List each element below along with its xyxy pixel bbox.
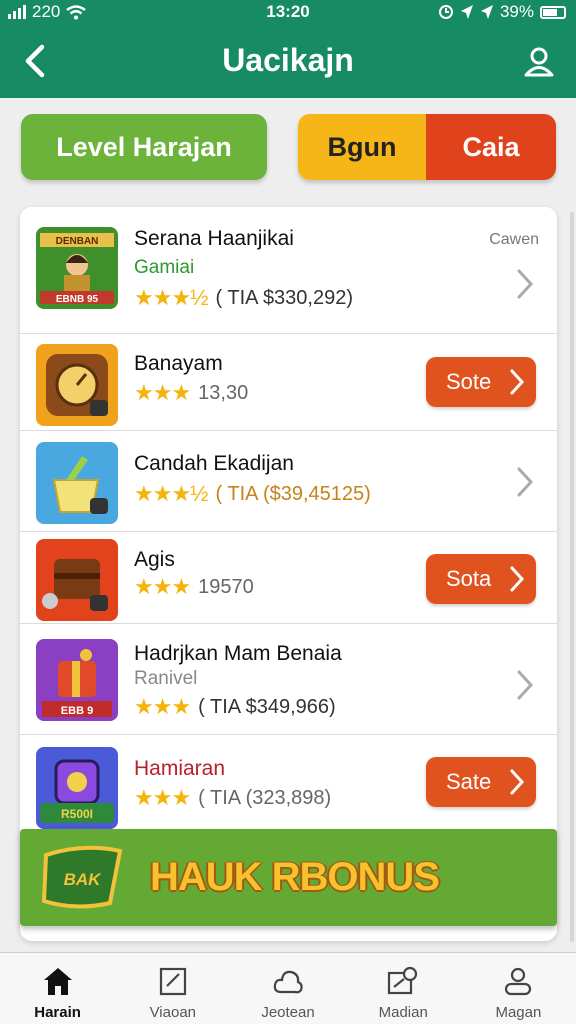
item-thumbnail — [36, 539, 118, 621]
item-count: 19570 — [198, 575, 254, 598]
thumb-bottom-label: EBNB 95 — [56, 294, 99, 305]
edit-icon — [159, 967, 186, 996]
sale-button[interactable]: Sote — [426, 357, 536, 407]
item-rating: ★★★ ( TIA $349,966) — [134, 694, 336, 720]
alarm-icon — [438, 5, 453, 19]
thumb-bottom-label: EBB 9 — [61, 705, 93, 717]
item-rating: ★★★ ( TIA (323,898) — [134, 785, 331, 811]
user-icon — [505, 967, 532, 996]
item-rating: ★★★½ ( TIA ($39,45125) — [134, 481, 371, 507]
item-subtitle: Gamiai — [134, 257, 195, 278]
list-item[interactable]: EBB 9 Hadrjkan Mam Benaia Ranivel ★★★ ( … — [20, 624, 557, 735]
battery-label: 39% — [499, 2, 534, 21]
segmented-control: Bgun Caia — [298, 114, 556, 180]
star-icons: ★★★ — [134, 574, 191, 599]
star-icons: ★★★ — [134, 785, 191, 810]
tab-bgun-label: Bgun — [327, 131, 397, 162]
item-subtitle: Ranivel — [134, 668, 198, 689]
star-icons: ★★★ — [134, 380, 191, 405]
item-title: Banayam — [134, 352, 223, 375]
nav-item-label: Harain — [34, 1004, 81, 1021]
battery-icon — [540, 5, 566, 19]
sale-button[interactable]: Sota — [426, 554, 536, 604]
star-icons: ★★★ — [134, 694, 191, 719]
item-title: Serana Haanjikai — [134, 227, 294, 250]
sale-button[interactable]: Sate — [426, 757, 536, 807]
item-price: ( TIA $349,966) — [198, 695, 336, 718]
chevron-right-icon[interactable] — [513, 668, 537, 702]
item-price: ( TIA (323,898) — [198, 786, 332, 809]
item-title: Agis — [134, 548, 175, 571]
star-icons: ★★★½ — [134, 481, 209, 506]
tab-level[interactable]: Level Harajan — [21, 114, 267, 180]
item-rating: ★★★ 19570 — [134, 574, 254, 600]
nav-item-viaoan[interactable]: Viaoan — [115, 953, 230, 1024]
chevron-right-icon[interactable] — [513, 465, 537, 499]
home-icon — [43, 968, 72, 995]
item-rating: ★★★½ ( TIA $330,292) — [134, 285, 353, 311]
chevron-right-icon — [510, 769, 525, 795]
item-thumbnail — [36, 442, 118, 524]
item-thumbnail: EBB 9 — [36, 639, 118, 721]
page-title: Uacikajn — [222, 42, 354, 78]
nav-item-label: Madian — [378, 1004, 428, 1021]
nav-item-label: Jeotean — [261, 1004, 315, 1021]
bonus-title: HAUK RBONUS — [150, 855, 440, 899]
search-icon — [388, 966, 418, 995]
chevron-right-icon[interactable] — [513, 267, 537, 301]
bonus-badge-label: BAK — [64, 870, 103, 889]
status-bar: 220 13:20 39% — [0, 0, 576, 24]
list-item[interactable]: Candah Ekadijan ★★★½ ( TIA ($39,45125) — [20, 431, 557, 532]
item-price: ( TIA $330,292) — [215, 286, 354, 309]
item-title: Candah Ekadijan — [134, 452, 294, 475]
nav-item-home[interactable]: Harain — [0, 953, 115, 1024]
tab-caia-label: Caia — [462, 131, 520, 162]
item-corner-label: Cawen — [489, 231, 539, 248]
tab-bgun[interactable]: Bgun — [298, 114, 426, 180]
chevron-right-icon — [510, 566, 525, 592]
sale-button-label: Sate — [446, 769, 492, 794]
nav-item-label: Magan — [495, 1004, 542, 1021]
nav-item-magan[interactable]: Magan — [461, 953, 576, 1024]
star-icons: ★★★½ — [134, 285, 209, 310]
cloud-icon — [273, 970, 303, 994]
nav-item-jeotean[interactable]: Jeotean — [230, 953, 345, 1024]
item-count: 13,30 — [198, 381, 249, 404]
thumb-bottom-label: R500I — [61, 807, 93, 821]
app-header: 220 13:20 39% Uacikajn — [0, 0, 576, 98]
bonus-badge-icon: BAK — [41, 845, 123, 909]
bottom-nav: Harain Viaoan Jeotean Madian Magan — [0, 952, 576, 1024]
nav-item-madian[interactable]: Madian — [346, 953, 461, 1024]
item-title: Hadrjkan Mam Benaia — [134, 642, 342, 665]
scrollbar[interactable] — [570, 212, 574, 942]
item-thumbnail: R500I — [36, 747, 118, 829]
location-icon — [460, 5, 473, 19]
item-rating: ★★★ 13,30 — [134, 380, 248, 406]
tab-level-label: Level Harajan — [56, 131, 232, 162]
signal-arrow-icon — [480, 5, 493, 19]
bonus-banner[interactable]: BAK HAUK RBONUS — [20, 829, 557, 926]
item-title: Hamiaran — [134, 757, 226, 780]
chevron-right-icon — [510, 369, 525, 395]
list-item[interactable]: DENBAN EBNB 95 Serana Haanjikai Gamiai ★… — [20, 207, 557, 334]
tab-caia[interactable]: Caia — [426, 114, 556, 180]
list-item[interactable]: Banayam ★★★ 13,30 Sote — [20, 334, 557, 431]
item-thumbnail — [36, 344, 118, 426]
thumb-top-label: DENBAN — [56, 236, 99, 247]
sale-button-label: Sota — [446, 566, 492, 591]
nav-item-label: Viaoan — [149, 1004, 197, 1021]
sale-button-label: Sote — [446, 369, 492, 394]
item-price: ( TIA ($39,45125) — [215, 482, 371, 505]
list-item[interactable]: Agis ★★★ 19570 Sota — [20, 532, 557, 624]
item-thumbnail: DENBAN EBNB 95 — [36, 227, 118, 309]
profile-icon[interactable] — [522, 44, 556, 78]
